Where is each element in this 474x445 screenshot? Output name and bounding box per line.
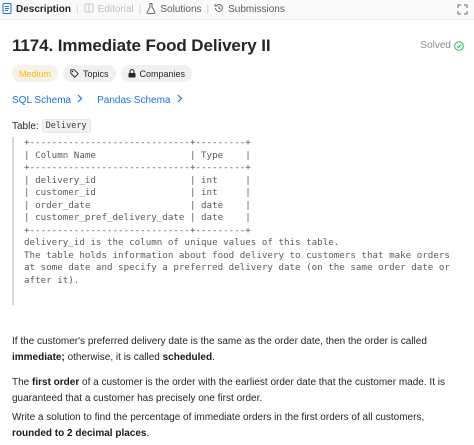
companies-button[interactable]: Companies — [120, 65, 193, 82]
tab-solutions[interactable]: Solutions — [142, 0, 205, 20]
code-line: after it). — [24, 275, 80, 287]
lock-icon — [128, 69, 136, 78]
tab-solutions-label: Solutions — [160, 4, 202, 15]
tab-editorial-label: Editorial — [97, 4, 134, 15]
tag-icon — [70, 69, 79, 78]
code-line: The table holds information about food d… — [24, 249, 450, 261]
code-line: | order_date | date | — [24, 199, 251, 211]
description-paragraph: If the customer's preferred delivery dat… — [12, 334, 464, 365]
text-run: If the customer's preferred delivery dat… — [12, 336, 427, 347]
code-line: | delivery_id | int | — [24, 174, 251, 186]
tab-description[interactable]: Description — [0, 0, 75, 20]
table-label: Table: Delivery — [12, 119, 91, 133]
history-icon — [214, 3, 224, 16]
text-run: Write a solution to find the percentage … — [12, 412, 425, 423]
code-line: | Column Name | Type | — [24, 149, 251, 161]
difficulty-badge: Medium — [12, 65, 59, 82]
book-icon — [84, 3, 94, 16]
text-run: . — [212, 351, 215, 363]
tab-bar: Description | Editorial | Solutions | Su… — [0, 0, 474, 20]
chevron-right-icon — [77, 94, 83, 106]
flask-icon — [146, 2, 156, 17]
check-circle-icon — [454, 40, 464, 51]
table-name-code: Delivery — [41, 119, 91, 133]
code-line: | customer_pref_delivery_date | date | — [24, 212, 251, 224]
sql-schema-label: SQL Schema — [12, 94, 72, 106]
description-paragraph: Write a solution to find the percentage … — [12, 410, 464, 441]
tab-submissions[interactable]: Submissions — [210, 0, 289, 20]
bold-text: scheduled — [162, 351, 213, 363]
tab-submissions-label: Submissions — [228, 4, 285, 15]
topics-label: Topics — [83, 68, 109, 79]
tab-editorial[interactable]: Editorial — [80, 0, 138, 20]
text-run: The — [12, 377, 33, 388]
problem-title: 1174. Immediate Food Delivery II — [12, 36, 271, 55]
schema-links: SQL Schema Pandas Schema — [12, 94, 197, 106]
code-line: +-----------------------------+---------… — [24, 224, 251, 236]
schema-code-block: +-----------------------------+---------… — [12, 137, 464, 305]
pandas-schema-label: Pandas Schema — [97, 94, 171, 106]
badge-row: Medium Topics Companies — [12, 65, 193, 82]
pandas-schema-link[interactable]: Pandas Schema — [97, 94, 182, 106]
document-icon — [2, 2, 12, 17]
expand-icon[interactable] — [457, 4, 468, 15]
bold-text: first order — [32, 377, 80, 388]
topics-button[interactable]: Topics — [63, 65, 116, 82]
code-line: +-----------------------------+---------… — [24, 137, 251, 148]
code-line: | customer_id | int | — [24, 187, 251, 199]
code-line: +-----------------------------+---------… — [24, 162, 251, 174]
table-label-prefix: Table: — [12, 120, 39, 132]
sql-schema-link[interactable]: SQL Schema — [12, 94, 83, 106]
code-line: delivery_id is the column of unique valu… — [24, 237, 340, 249]
bold-text: immediate; — [12, 351, 65, 363]
chevron-right-icon — [177, 94, 183, 106]
text-run: otherwise, it is called — [64, 351, 163, 363]
description-paragraph: The first order of a customer is the ord… — [12, 375, 464, 406]
solved-label: Solved — [420, 40, 451, 51]
companies-label: Companies — [139, 68, 186, 79]
code-line: at some date and specify a preferred del… — [24, 262, 450, 274]
text-run: . — [146, 427, 150, 439]
solved-status: Solved — [420, 40, 464, 51]
bold-text: rounded to 2 decimal places — [12, 427, 147, 439]
tab-description-label: Description — [16, 4, 72, 15]
